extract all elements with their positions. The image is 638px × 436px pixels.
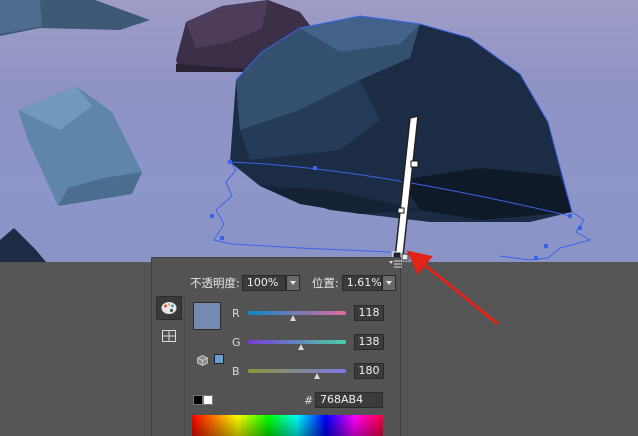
- position-label: 位置:: [311, 276, 339, 290]
- green-label: G: [232, 335, 241, 349]
- artboard-canvas[interactable]: [0, 0, 638, 262]
- opacity-position-row: 不透明度: 100% 位置: 1.61%: [190, 275, 396, 291]
- blue-label: B: [232, 364, 240, 378]
- opacity-input[interactable]: 100%: [241, 275, 286, 291]
- red-value-input[interactable]: 118: [354, 305, 384, 321]
- blue-slider-row: B 180: [232, 363, 384, 379]
- illustration: [0, 0, 592, 262]
- swatches-tab[interactable]: [156, 324, 182, 348]
- hex-hash-label: #: [304, 394, 314, 407]
- position-input[interactable]: 1.61%: [341, 275, 382, 291]
- position-dropdown-button[interactable]: [381, 275, 396, 291]
- panel-divider: [184, 296, 185, 436]
- color-spectrum-bar[interactable]: [192, 415, 383, 436]
- blue-slider-thumb[interactable]: [314, 373, 321, 379]
- panel-menu-icon[interactable]: [389, 259, 403, 271]
- gradient-color-panel: 不透明度: 100% 位置: 1.61% R 118 G 138 B 180 #…: [151, 257, 401, 436]
- color-picker-tab[interactable]: [156, 296, 182, 320]
- red-slider-thumb[interactable]: [290, 315, 297, 321]
- black-swatch[interactable]: [193, 395, 203, 405]
- red-slider-row: R 118: [232, 305, 384, 321]
- panel-tool-column: [156, 296, 182, 352]
- opacity-label: 不透明度:: [190, 276, 240, 290]
- blue-slider-track[interactable]: [248, 369, 346, 379]
- palette-icon: [161, 302, 177, 314]
- hex-value-input[interactable]: 768AB4: [315, 392, 383, 408]
- green-slider-track[interactable]: [248, 340, 346, 350]
- web-safe-color-swatch[interactable]: [214, 354, 224, 364]
- out-of-gamut-cube-icon[interactable]: [197, 355, 208, 366]
- green-slider-thumb[interactable]: [298, 344, 305, 350]
- current-color-swatch[interactable]: [193, 302, 221, 330]
- green-slider-row: G 138: [232, 334, 384, 350]
- swatch-grid-icon: [162, 330, 176, 342]
- blue-value-input[interactable]: 180: [354, 363, 384, 379]
- green-value-input[interactable]: 138: [354, 334, 384, 350]
- rock-bottom-left: [0, 228, 46, 262]
- opacity-dropdown-button[interactable]: [285, 275, 300, 291]
- white-swatch[interactable]: [203, 395, 213, 405]
- red-label: R: [232, 306, 240, 320]
- red-slider-track[interactable]: [248, 311, 346, 321]
